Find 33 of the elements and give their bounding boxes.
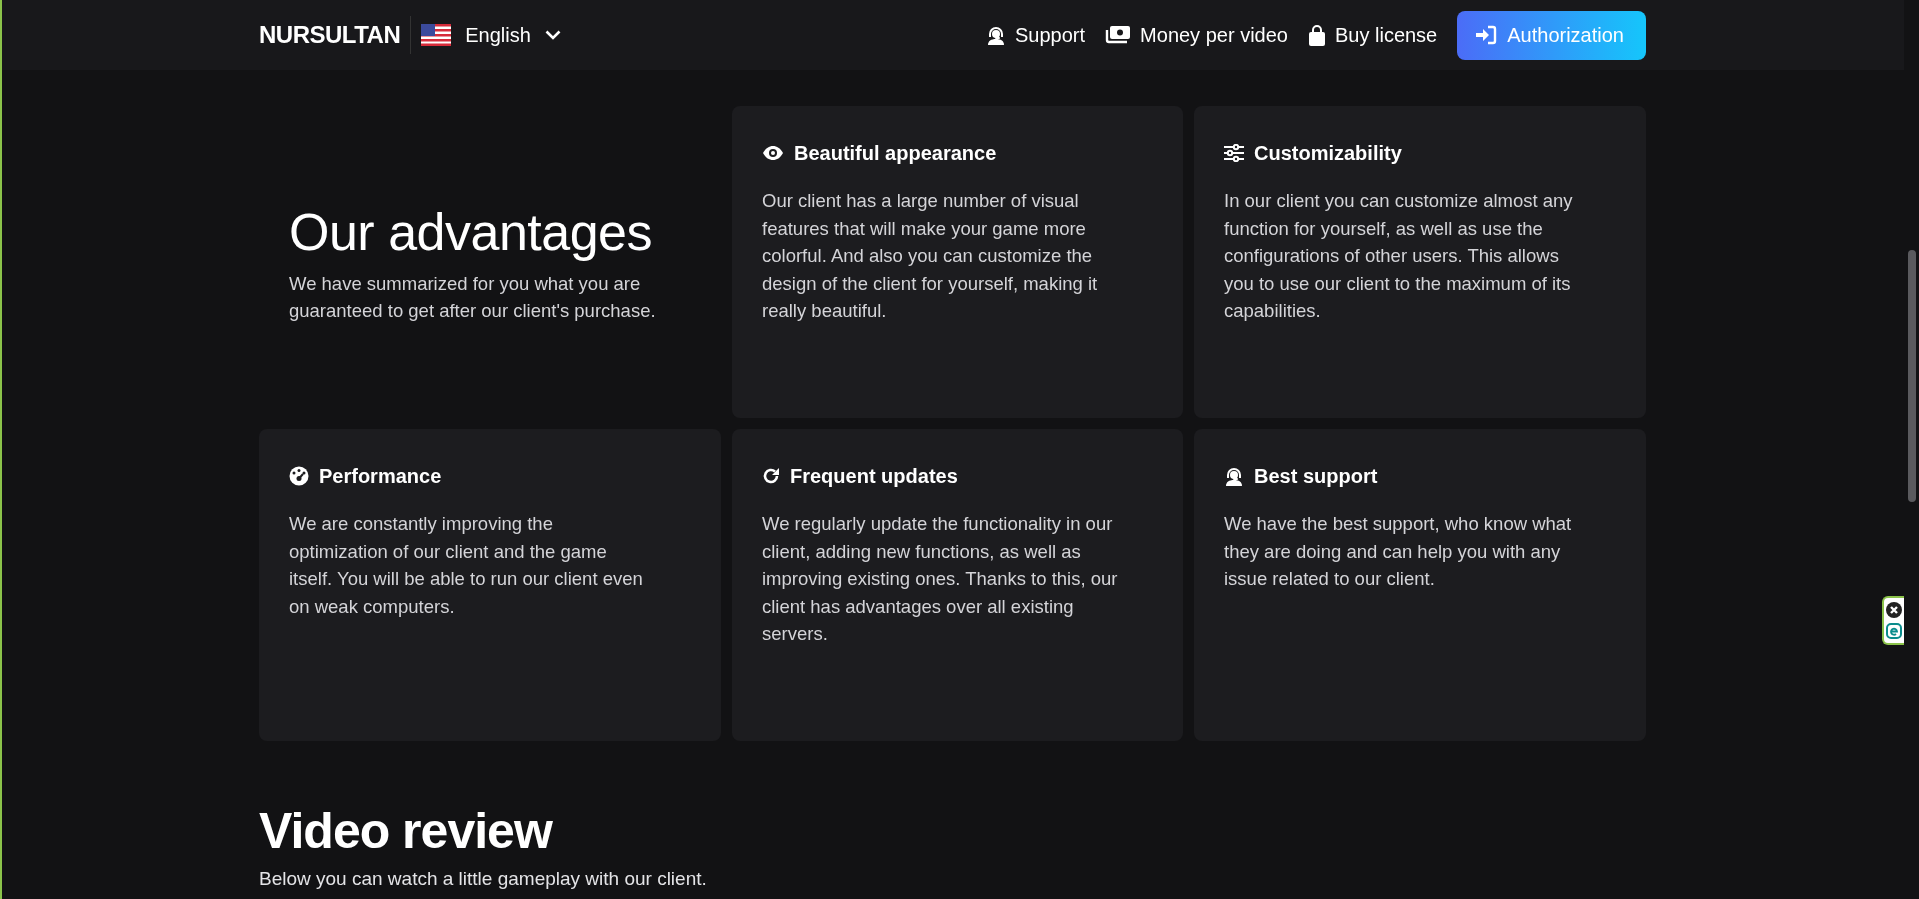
flag-icon [421, 24, 452, 46]
nav-link[interactable]: Money per video [1105, 23, 1288, 47]
section-description: We have summarized for you what you are guaranteed to get after our client's purchase. [289, 272, 657, 323]
section-heading: Video review [259, 803, 554, 859]
gauge-icon [289, 466, 309, 486]
sign-in-icon [1475, 25, 1498, 45]
card-title: Performance [319, 464, 442, 488]
sliders-icon [1224, 144, 1244, 162]
headset-icon [1224, 466, 1244, 486]
eye-icon [762, 145, 784, 161]
nav-link[interactable]: Buy license [1307, 23, 1438, 47]
nav-link[interactable]: Support [986, 23, 1086, 47]
card-title: Best support [1254, 464, 1378, 488]
card-text: We have the best support, who know what they are doing and can help you with any issue related to our client. [1224, 512, 1573, 591]
card-title: Frequent updates [790, 464, 958, 488]
card-text: In our client you can customize almost any function for yourself, as well as use the configurations of other users. This allows you to use our client to the maximum of its capabilities. [1224, 189, 1574, 323]
section-heading: Our advantages [289, 202, 654, 262]
language-selector[interactable]: English [411, 23, 561, 47]
card-text: We regularly update the functionality in our client, adding new functions, as well as improving existing ones. Thanks to this, our client has advantages over all existing servers. [762, 512, 1119, 646]
card-text: Our client has a large number of visual features that will make your game more colorful. And also you can customize the design of the client for yourself, making it really beautiful. [762, 189, 1099, 323]
card-title: Customizability [1254, 141, 1402, 165]
shopping-bag-icon [1307, 24, 1326, 46]
card-text: We are constantly improving the optimization of our client and the game itself. You will be able to run our client even on weak computers. [289, 512, 644, 619]
section-description: Below you can watch a little gameplay with our client. [259, 867, 708, 891]
card-title: Beautiful appearance [794, 141, 997, 165]
logo[interactable]: NURSULTAN [259, 21, 411, 49]
headset-icon [986, 25, 1007, 45]
close-icon[interactable] [1886, 602, 1902, 618]
chevron-down-icon [544, 30, 561, 40]
e-logo-icon[interactable] [1886, 623, 1902, 639]
scrollbar-thumb[interactable] [1907, 250, 1916, 502]
refresh-icon [762, 467, 780, 485]
banknotes-icon [1105, 25, 1132, 45]
